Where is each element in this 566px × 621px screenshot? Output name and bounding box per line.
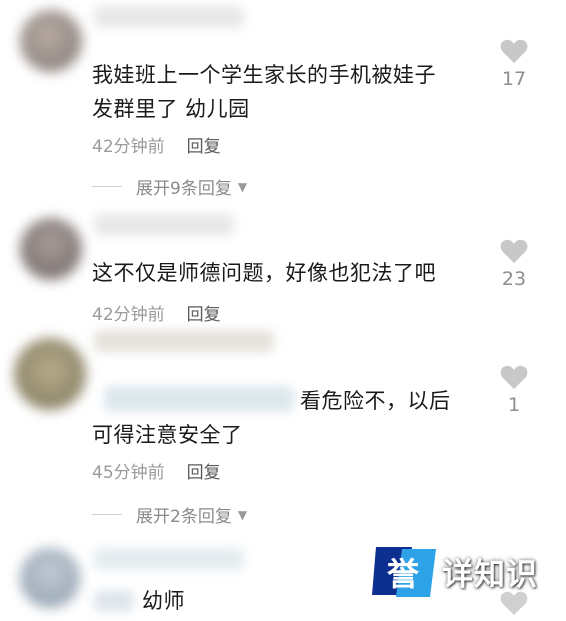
watermark-glyph: 誉 xyxy=(387,555,420,593)
comment-time: 45分钟前 xyxy=(92,463,165,483)
heart-icon xyxy=(500,39,528,63)
like-count: 23 xyxy=(501,268,527,290)
reply-button[interactable]: 回复 xyxy=(187,463,221,483)
comment-meta: 42分钟前 回复 xyxy=(92,300,221,325)
comment-text: 这不仅是师德问题，好像也犯法了吧 xyxy=(92,261,436,285)
avatar[interactable] xyxy=(20,548,80,608)
expand-replies-button[interactable]: 展开9条回复 ▼ xyxy=(92,174,247,199)
heart-icon xyxy=(500,365,528,389)
comment-text: 我娃班上一个学生家长的手机被娃子 发群里了 幼儿园 xyxy=(92,63,436,121)
comment-time: 42分钟前 xyxy=(92,305,165,325)
comment-text-continued: 可得注意安全了 xyxy=(92,423,243,447)
comment-time: 42分钟前 xyxy=(92,137,165,157)
reply-button[interactable]: 回复 xyxy=(187,137,221,157)
username-blurred[interactable] xyxy=(94,330,274,352)
heart-icon xyxy=(500,239,528,263)
divider-line xyxy=(92,186,122,187)
avatar[interactable] xyxy=(14,338,86,410)
expand-label: 展开2条回复 xyxy=(136,507,232,527)
watermark-logo: 誉 详知识 xyxy=(372,542,556,600)
like-button[interactable]: 1 xyxy=(494,364,534,416)
username-blurred[interactable] xyxy=(94,214,234,236)
reply-button[interactable]: 回复 xyxy=(187,305,221,325)
comment-meta: 45分钟前 回复 xyxy=(92,458,221,483)
watermark-badge: 誉 xyxy=(372,543,438,599)
caret-down-icon: ▼ xyxy=(237,179,248,194)
blurred-text xyxy=(94,590,134,612)
like-count: 1 xyxy=(507,394,521,416)
like-count: 17 xyxy=(501,68,527,90)
expand-label: 展开9条回复 xyxy=(136,179,232,199)
comment-meta: 42分钟前 回复 xyxy=(92,132,221,157)
username-blurred[interactable] xyxy=(94,6,244,28)
comment-text: 看危险不，以后 xyxy=(300,389,451,413)
expand-replies-button[interactable]: 展开2条回复 ▼ xyxy=(92,502,247,527)
avatar[interactable] xyxy=(20,10,82,72)
blurred-text xyxy=(104,386,294,412)
like-button[interactable]: 23 xyxy=(494,238,534,290)
username-blurred[interactable] xyxy=(94,548,244,570)
caret-down-icon: ▼ xyxy=(237,507,248,522)
divider-line xyxy=(92,514,122,515)
watermark-text: 详知识 xyxy=(442,556,538,593)
comment-text: 幼师 xyxy=(142,589,185,613)
avatar[interactable] xyxy=(20,218,82,280)
like-button[interactable]: 17 xyxy=(494,38,534,90)
